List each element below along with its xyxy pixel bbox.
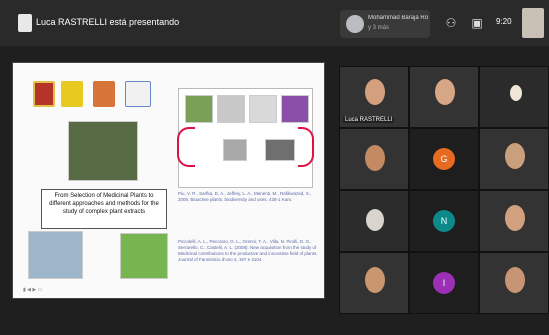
participant-face <box>505 267 525 293</box>
avatar-initial: G <box>433 148 455 170</box>
nk-alt-logo <box>125 81 151 107</box>
participant-face <box>505 205 525 231</box>
participant-face <box>505 143 525 169</box>
avatar <box>346 15 364 33</box>
participant-tile[interactable] <box>479 252 549 314</box>
people-photo <box>28 231 83 279</box>
people-icon[interactable]: ⚇ <box>440 12 462 34</box>
slide-controls[interactable]: ▮ ◀ ▶ ▭ <box>23 287 42 293</box>
participant-face <box>365 79 385 105</box>
participant-face <box>365 267 385 293</box>
diagram-lab-photo <box>217 95 245 123</box>
diagram-instrument-photo <box>223 139 247 161</box>
avatar-initial: N <box>433 210 455 232</box>
participant-name-tag: Luca RASTRELLI <box>343 117 395 123</box>
self-view-thumbnail[interactable] <box>522 8 544 38</box>
cycle-arrow-right <box>298 127 314 167</box>
diagram-equipment-photo <box>249 95 277 123</box>
participant-tile[interactable] <box>409 66 479 128</box>
participant-tile[interactable] <box>479 190 549 252</box>
participant-name: Mohammad Baraja Roo... <box>368 15 428 21</box>
participant-more: y 3 más <box>368 25 390 31</box>
participant-tile[interactable] <box>479 66 549 128</box>
top-bar: Luca RASTRELLI está presentando Mohammad… <box>0 0 549 46</box>
reference-top: Piu, V. R., Sarfka, D. A., Jeffrey, L. A… <box>178 191 312 202</box>
plants-photo <box>68 121 138 181</box>
participant-face <box>366 209 384 231</box>
participant-tile[interactable] <box>339 252 409 314</box>
workflow-diagram <box>177 88 314 188</box>
reference-bottom: Piccolelli, A. L., Pecoraro, G. L., Gren… <box>178 239 318 262</box>
vials-photo <box>120 233 168 279</box>
participant-grid: Luca RASTRELLI G N I <box>339 66 549 318</box>
participant-tile[interactable]: I <box>409 252 479 314</box>
participant-tile[interactable]: N <box>409 190 479 252</box>
cycle-arrow-left <box>177 127 195 167</box>
participant-tile[interactable] <box>339 128 409 190</box>
diagram-flower-photo <box>281 95 309 123</box>
diagram-sample-photo <box>265 139 295 161</box>
participant-chip[interactable]: Mohammad Baraja Roo... y 3 más <box>340 10 430 38</box>
avatar-initial: I <box>433 272 455 294</box>
nk-logo <box>93 81 115 107</box>
diagram-plant-photo <box>185 95 213 123</box>
slide-title-box: From Selection of Medicinal Plants to di… <box>41 189 167 229</box>
participant-tile[interactable] <box>479 128 549 190</box>
participant-face <box>365 145 385 171</box>
participant-face <box>510 85 522 101</box>
participant-tile[interactable] <box>339 190 409 252</box>
participant-tile[interactable]: Luca RASTRELLI <box>339 66 409 128</box>
chat-icon[interactable]: ▣ <box>466 12 488 34</box>
participant-face <box>435 79 455 105</box>
clock: 9:20 <box>496 17 512 26</box>
university-logo <box>33 81 55 107</box>
partner-logo <box>61 81 83 107</box>
presentation-slide: From Selection of Medicinal Plants to di… <box>12 62 325 299</box>
presentation-icon <box>18 14 32 32</box>
presenting-status: Luca RASTRELLI está presentando <box>36 17 180 27</box>
participant-tile[interactable]: G <box>409 128 479 190</box>
